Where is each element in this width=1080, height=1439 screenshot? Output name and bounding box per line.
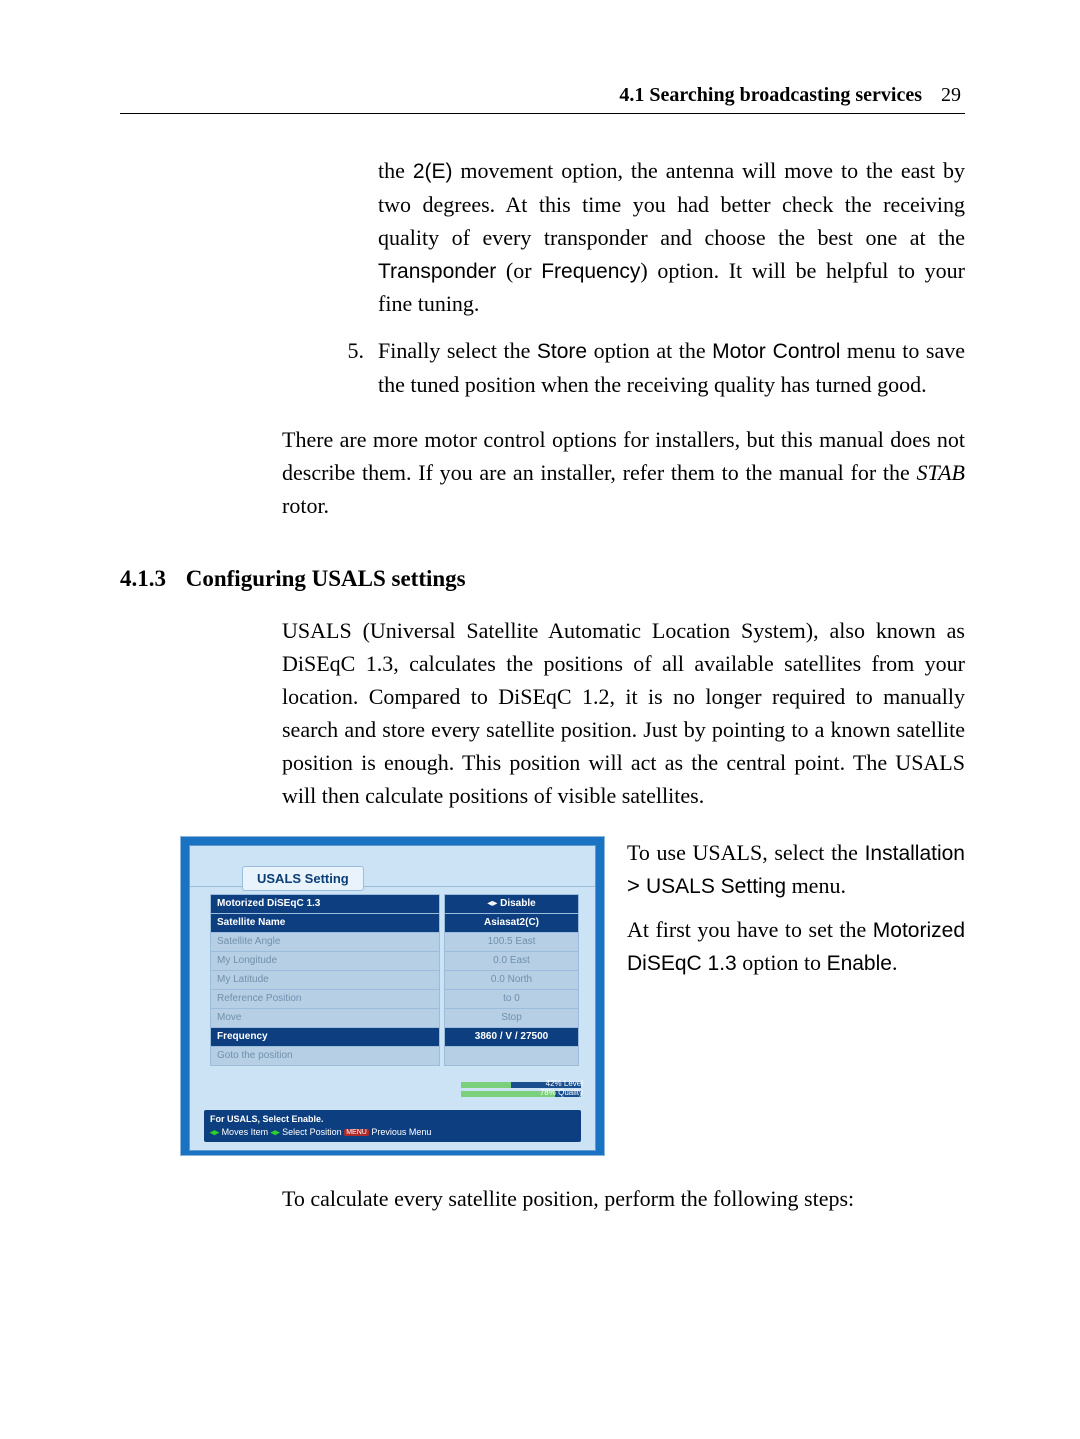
opt-frequency: Frequency [541,260,640,283]
section-heading: 4.1.3 Configuring USALS settings [120,566,965,592]
page-number: 29 [941,84,961,106]
figure-row: USALS Setting Motorized DiSEqC 1.3Satell… [120,836,965,1156]
setting-label: My Longitude [210,951,440,971]
usals-intro: USALS (Universal Satellite Automatic Loc… [282,614,965,812]
setting-value: to 0 [444,989,579,1009]
setting-label: Motorized DiSEqC 1.3 [210,894,440,914]
help-strip: For USALS, Select Enable. ◂▸ Moves Item … [204,1110,581,1142]
header-rule [120,113,965,114]
running-header: 4.1 Searching broadcasting services 29 [120,84,965,107]
updown-icon: ◂▸ [210,1127,219,1137]
manual-page: 4.1 Searching broadcasting services 29 t… [0,0,1080,1439]
continued-list: the 2(E) movement option, the antenna wi… [330,154,965,522]
opt-transponder: Transponder [378,260,496,283]
list-item-5: 5. Finally select the Store option at th… [330,334,965,401]
setting-value: Stop [444,1008,579,1028]
setting-value[interactable]: Asiasat2(C) [444,913,579,933]
setting-value: 0.0 North [444,970,579,990]
signal-meters: 42% Level 78% Quality [461,1082,581,1100]
setting-label: My Latitude [210,970,440,990]
list-number: 5. [330,334,378,401]
opt-store: Store [537,340,587,363]
dialog-title: USALS Setting [242,866,364,891]
afterlist-note: There are more motor control options for… [282,423,965,522]
menu-icon: MENU [344,1129,369,1136]
setting-value: 0.0 East [444,951,579,971]
setting-label: Goto the position [210,1046,440,1066]
opt-enable: Enable [827,952,892,975]
followup-line: To calculate every satellite position, p… [282,1182,965,1215]
section-number: 4.1.3 [120,566,180,592]
menu-motor-control: Motor Control [712,340,840,363]
figure-caption: To use USALS, select the Installation > … [627,836,965,1156]
setting-label: Satellite Name [210,913,440,933]
setting-value[interactable]: 3860 / V / 27500 [444,1027,579,1047]
setting-label: Reference Position [210,989,440,1009]
opt-2e: 2(E) [413,160,453,183]
setting-label: Frequency [210,1027,440,1047]
menu-usals-setting: USALS Setting [646,875,786,898]
continued-item-text: the 2(E) movement option, the antenna wi… [378,154,965,320]
menu-installation: Installation [865,842,965,865]
settings-labels: Motorized DiSEqC 1.3Satellite NameSatell… [210,894,440,1065]
stab-rotor: STAB [917,460,965,485]
leftright-icon: ◂▸ [271,1127,280,1137]
setting-label: Move [210,1008,440,1028]
usals-screenshot: USALS Setting Motorized DiSEqC 1.3Satell… [180,836,605,1156]
section-path: 4.1 Searching broadcasting services [619,84,922,106]
setting-value [444,1046,579,1066]
setting-label: Satellite Angle [210,932,440,952]
section-title: Configuring USALS settings [186,566,466,591]
settings-values: DisableAsiasat2(C)100.5 East0.0 East0.0 … [444,894,579,1065]
setting-value[interactable]: Disable [444,894,579,914]
setting-value: 100.5 East [444,932,579,952]
